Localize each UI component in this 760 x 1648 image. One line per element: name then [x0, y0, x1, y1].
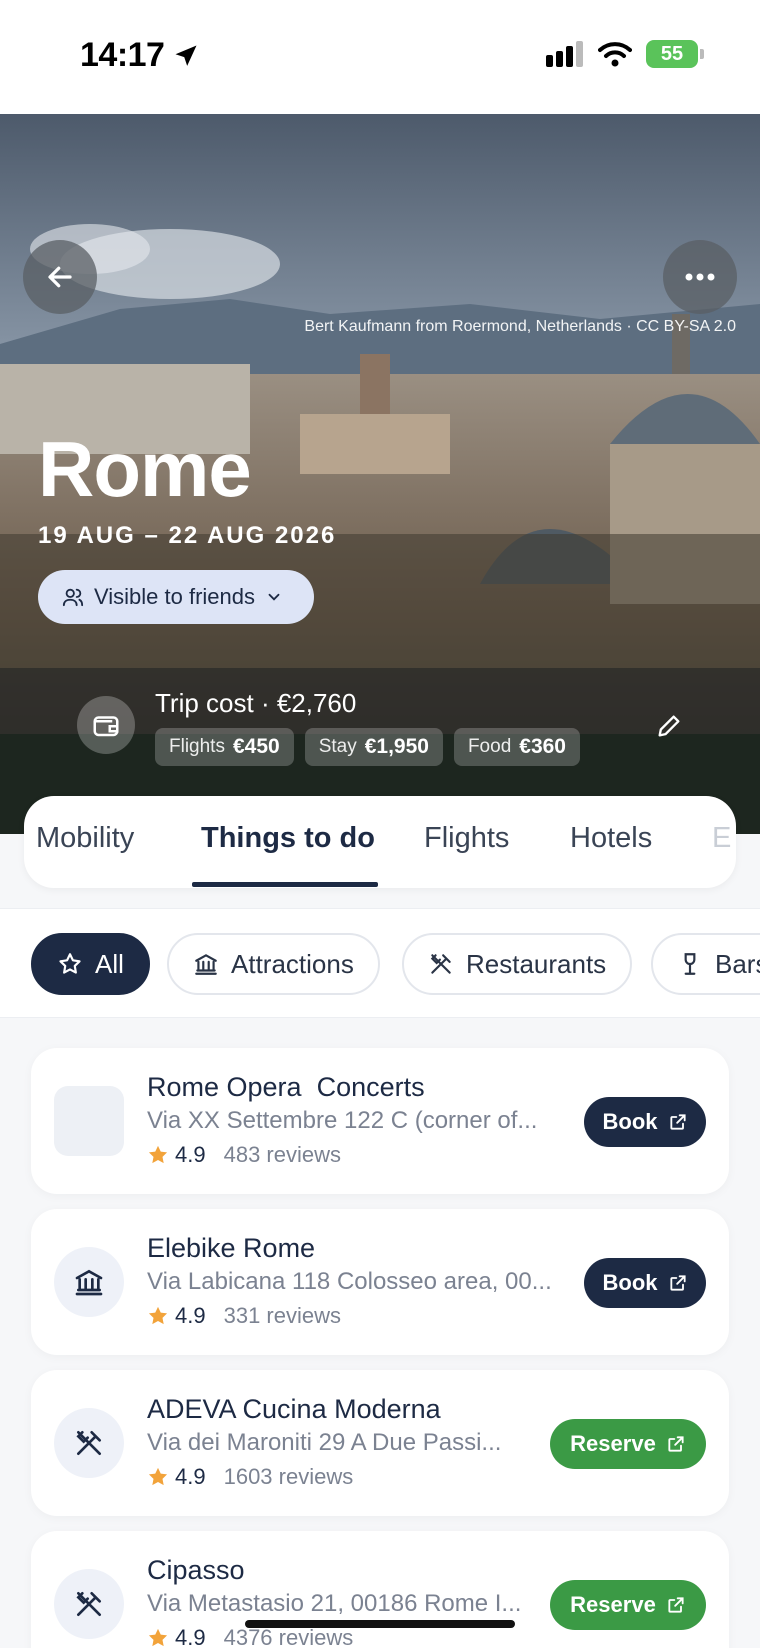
- filter-restaurants[interactable]: Restaurants: [402, 933, 633, 995]
- home-indicator[interactable]: [245, 1620, 515, 1628]
- battery-level: 55: [660, 42, 684, 65]
- landmark-icon: [54, 1247, 124, 1317]
- arrow-left-icon: [48, 266, 72, 288]
- reserve-label: Reserve: [570, 1592, 656, 1617]
- tab-flights[interactable]: Flights: [424, 822, 509, 855]
- hero-header: Bert Kaufmann from Roermond, Netherlands…: [0, 114, 760, 834]
- photo-credit: Bert Kaufmann from Roermond, Netherlands…: [304, 318, 736, 335]
- external-link-icon: [668, 1436, 684, 1452]
- filter-bars[interactable]: Bars: [651, 933, 760, 995]
- tab-mobility[interactable]: Mobility: [36, 822, 134, 855]
- star-icon: [148, 1306, 168, 1325]
- battery-indicator: 55: [646, 40, 704, 68]
- book-label: Book: [602, 1109, 658, 1134]
- more-horizontal-icon: [685, 273, 715, 281]
- place-address: Via Metastasio 21, 00186 Rome I...: [147, 1590, 522, 1617]
- status-time: 14:17: [80, 36, 200, 75]
- place-address: Via dei Maroniti 29 A Due Passi...: [147, 1429, 502, 1456]
- place-address: Via Labicana 118 Colosseo area, 00...: [147, 1268, 552, 1295]
- utensils-crossed-icon: [54, 1569, 124, 1639]
- review-count: 1603 reviews: [223, 1464, 354, 1489]
- status-bar: 14:17 55: [0, 0, 760, 114]
- city-title: Rome: [38, 425, 252, 513]
- place-card[interactable]: Elebike Rome Via Labicana 118 Colosseo a…: [31, 1209, 729, 1355]
- filter-attractions[interactable]: Attractions: [167, 933, 380, 995]
- external-link-icon: [669, 1114, 686, 1130]
- active-tab-indicator: [192, 882, 378, 887]
- clock: 14:17: [80, 36, 165, 74]
- place-name: Cipasso: [147, 1555, 245, 1585]
- rating-score: 4.9: [175, 1142, 206, 1167]
- external-link-icon: [668, 1597, 684, 1613]
- tab-things-to-do[interactable]: Things to do: [201, 822, 375, 855]
- rating-score: 4.9: [175, 1303, 206, 1328]
- cellular-signal-icon: [546, 41, 583, 67]
- more-options-button[interactable]: [663, 240, 737, 314]
- book-button[interactable]: Book: [584, 1258, 706, 1308]
- section-tabs: Mobility Things to do Flights Hotels E: [24, 796, 736, 888]
- star-icon: [148, 1145, 168, 1164]
- place-card[interactable]: Cipasso Via Metastasio 21, 00186 Rome I.…: [31, 1531, 729, 1648]
- place-thumbnail: [54, 1086, 124, 1156]
- trip-dates: 19 AUG – 22 AUG 2026: [38, 522, 337, 549]
- filter-restaurants-label: Restaurants: [466, 948, 607, 979]
- place-rating: 4.9 331 reviews: [147, 1303, 341, 1329]
- place-name: Rome Opera Concerts: [147, 1072, 425, 1102]
- rating-score: 4.9: [175, 1625, 206, 1648]
- edit-cost-button[interactable]: [655, 712, 683, 745]
- utensils-crossed-icon: [54, 1408, 124, 1478]
- trip-cost-total: Trip cost · €2,760: [155, 688, 357, 718]
- status-indicators: 55: [546, 40, 704, 68]
- star-icon: [148, 1467, 168, 1486]
- star-outline-icon: [59, 953, 81, 974]
- place-name: Elebike Rome: [147, 1233, 316, 1263]
- landmark-icon: [195, 954, 217, 975]
- wine-glass-icon: [684, 953, 696, 975]
- filter-attractions-label: Attractions: [231, 948, 354, 979]
- review-count: 4376 reviews: [223, 1625, 354, 1648]
- place-card[interactable]: Rome Opera Concerts Via XX Settembre 122…: [31, 1048, 729, 1194]
- reserve-button[interactable]: Reserve: [550, 1419, 706, 1469]
- category-filters: All Attractions Restaurants Bars: [0, 908, 760, 1018]
- tab-hotels[interactable]: Hotels: [570, 822, 652, 855]
- visibility-dropdown[interactable]: Visible to friends: [38, 570, 314, 624]
- star-icon: [148, 1628, 168, 1647]
- filter-all-label: All: [95, 948, 124, 979]
- pencil-icon: [658, 715, 680, 737]
- place-address: Via XX Settembre 122 C (corner of...: [147, 1107, 538, 1134]
- filter-all[interactable]: All: [31, 933, 150, 995]
- tab-more[interactable]: E: [712, 822, 731, 855]
- back-button[interactable]: [23, 240, 97, 314]
- external-link-icon: [669, 1275, 686, 1291]
- place-card[interactable]: ADEVA Cucina Moderna Via dei Maroniti 29…: [31, 1370, 729, 1516]
- wallet-icon: [77, 696, 135, 754]
- users-icon: [62, 588, 84, 607]
- reserve-label: Reserve: [570, 1431, 656, 1456]
- place-rating: 4.9 1603 reviews: [147, 1464, 353, 1490]
- cost-chip-stay: Stay €1,950: [304, 728, 443, 766]
- cost-chip-food: Food €360: [453, 728, 580, 766]
- review-count: 483 reviews: [223, 1142, 341, 1167]
- book-label: Book: [602, 1270, 658, 1295]
- review-count: 331 reviews: [223, 1303, 341, 1328]
- cost-chip-flights: Flights €450: [155, 728, 294, 766]
- filter-bars-label: Bars: [715, 948, 760, 979]
- chevron-down-icon: [268, 593, 280, 601]
- location-arrow-icon: [175, 45, 197, 66]
- book-button[interactable]: Book: [584, 1097, 706, 1147]
- wifi-icon: [598, 42, 632, 67]
- reserve-button[interactable]: Reserve: [550, 1580, 706, 1630]
- rating-score: 4.9: [175, 1464, 206, 1489]
- place-rating: 4.9 4376 reviews: [147, 1625, 353, 1648]
- place-name: ADEVA Cucina Moderna: [147, 1394, 441, 1424]
- cost-breakdown: Flights €450 Stay €1,950 Food €360: [155, 728, 580, 766]
- place-rating: 4.9 483 reviews: [147, 1142, 341, 1168]
- visibility-label: Visible to friends: [94, 584, 256, 609]
- utensils-crossed-icon: [430, 954, 451, 974]
